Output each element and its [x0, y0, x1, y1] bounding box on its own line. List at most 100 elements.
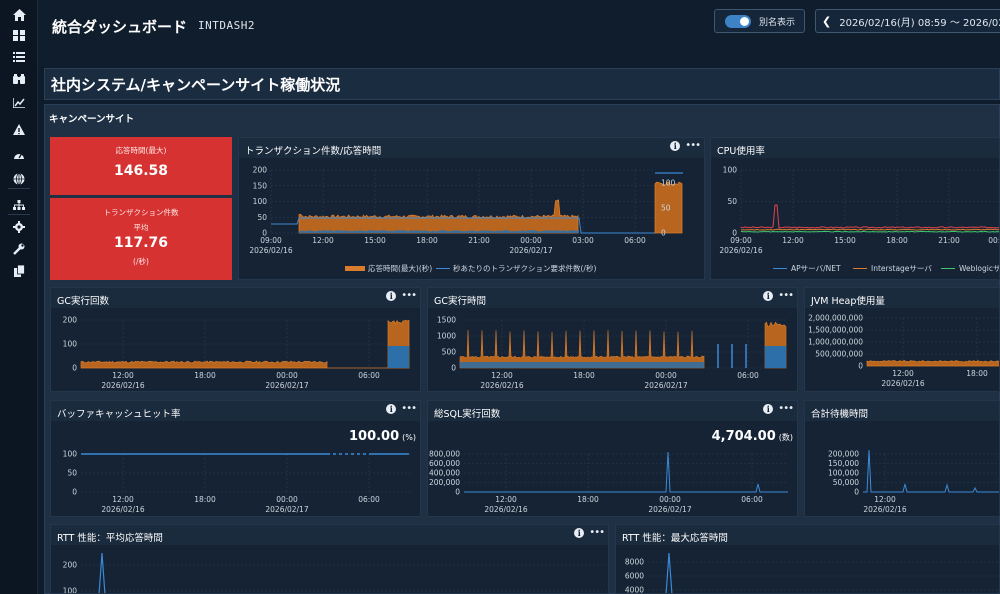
more-icon[interactable]: •••	[401, 291, 417, 301]
y-tick-label: 600,000	[429, 459, 460, 468]
kpi-transaction-avg[interactable]: トランザクション件数 平均 117.76 (/秒)	[50, 198, 232, 280]
series-area-response-time	[298, 199, 579, 234]
chart-gc-time: 1500 1000 500 0 12:002026/02/16 18:00 00:00202…	[437, 316, 788, 390]
dashboard-icon[interactable]	[0, 24, 38, 46]
y-tick-label: 200	[63, 316, 78, 325]
panel-gc-count: GC実行回数 i ••• 200 100 0 12:00 2026/02/16 18:00 0…	[50, 287, 421, 392]
gauge-icon[interactable]	[0, 144, 38, 166]
info-icon[interactable]: i	[386, 404, 397, 414]
more-icon[interactable]: •••	[778, 404, 794, 414]
y2-tick-label: 100	[661, 179, 676, 188]
info-icon[interactable]: i	[386, 291, 397, 301]
page-title: 社内システム/キャンペーンサイト稼働状況	[51, 76, 341, 94]
x-tick-label: 12:00	[495, 495, 517, 504]
info-icon[interactable]: i	[574, 528, 585, 538]
series-area-gc-tail-blue	[388, 346, 409, 368]
legend-item: APサーバ/NET	[791, 264, 841, 273]
gear-icon[interactable]	[0, 216, 38, 238]
app-subtitle: INTDASH2	[198, 19, 255, 32]
x-tick-label: 2026/02/16	[480, 381, 523, 390]
x-tick-label: 2026/02/17	[265, 381, 308, 390]
y-tick-label: 500	[442, 348, 457, 357]
series-line-rtt-avg	[98, 552, 106, 593]
alias-toggle-button[interactable]: 別名表示	[714, 9, 805, 33]
binoculars-icon[interactable]	[0, 68, 38, 90]
metric-number: 100.00	[348, 429, 400, 444]
y-tick-label: 200	[63, 561, 78, 570]
more-icon[interactable]: •••	[589, 528, 605, 538]
x-tick-label: 18:00	[194, 495, 216, 504]
line-chart-icon[interactable]	[0, 92, 38, 114]
y-tick-label: 200,000	[429, 478, 460, 487]
panel-gc-time: GC実行時間 i ••• 1500 1000 500 0 12:00 2026/02/16 1…	[427, 287, 798, 392]
info-icon[interactable]: i	[763, 291, 774, 301]
chevron-left-icon[interactable]: ❮	[822, 15, 831, 28]
panel-rtt-avg: RTT 性能：平均応答時間 i ••• 200 100	[50, 524, 609, 594]
y-tick-label: 100	[723, 166, 738, 175]
x-tick-label: 18:00	[194, 371, 216, 380]
y-tick-label: 100	[63, 450, 78, 459]
x-tick-label: 15:00	[834, 236, 856, 245]
y-tick-label: 4000	[625, 586, 644, 594]
page-title-bar: 社内システム/キャンペーンサイト稼働状況	[44, 68, 1000, 100]
panel-title: CPU使用率	[717, 146, 765, 157]
panel-jvm-heap: JVM Heap使用量 2,000,000,000 1,500,000,000 1,…	[804, 287, 1000, 392]
x-tick-label: 2026/02/16	[881, 379, 924, 388]
panel-title: GC実行回数	[57, 296, 109, 307]
panel-title: RTT 性能：最大応答時間	[622, 533, 728, 544]
series-line-sql	[464, 451, 788, 493]
legend-item: 応答時間(最大)(秒)	[368, 264, 433, 273]
y-tick-label: 800,000	[429, 450, 460, 459]
x-tick-label: 2026/02/16	[484, 505, 527, 514]
y-tick-label: 100	[63, 587, 78, 594]
chart-cpu: 10050009:002026/02/1612:00 15:00 18:00 21:0…	[719, 166, 999, 255]
header-bar: 統合ダッシュボード INTDASH2 別名表示 ❮ 2026/02/16(月) …	[38, 0, 1000, 66]
y-tick-label: 1000	[437, 332, 456, 341]
x-tick-label: 15:00	[364, 236, 386, 245]
more-icon[interactable]: •••	[685, 141, 701, 151]
more-icon[interactable]: •••	[401, 404, 417, 414]
sitemap-icon[interactable]	[0, 194, 38, 216]
x-tick-label: 09:00	[730, 236, 752, 245]
series-area-gctime-tail-blue	[765, 346, 786, 368]
x-tick-label: 09:00	[260, 236, 282, 245]
home-icon[interactable]	[0, 4, 38, 26]
panel-cpu: CPU使用率 100 50 0 09:00 2026/02/16 12:00 15:00 18…	[710, 137, 1000, 280]
y-tick-label: 0	[72, 364, 77, 373]
y-tick-label: 0	[72, 488, 77, 497]
y2-tick-label: 50	[661, 204, 671, 213]
kpi-response-time-max[interactable]: 応答時間(最大) 146.58	[50, 137, 232, 195]
x-tick-label: 18:00	[416, 236, 438, 245]
y-tick-label: 50	[257, 213, 267, 222]
date-range-picker[interactable]: ❮ 2026/02/16(月) 08:59 〜 2026/02/17(火)	[815, 9, 1000, 33]
globe-icon[interactable]	[0, 168, 38, 190]
info-icon[interactable]: i	[670, 141, 681, 151]
metric-value: 4,704.00 (数)	[712, 429, 793, 444]
series-line-interstage	[741, 228, 999, 231]
kpi-label: トランザクション件数	[103, 208, 179, 217]
copy-icon[interactable]	[0, 260, 38, 282]
chart-rtt-max: 8000 6000 4000	[625, 552, 999, 594]
warning-icon[interactable]	[0, 118, 38, 140]
y-tick-label: 150	[253, 181, 268, 190]
x-tick-label: 06:00	[358, 371, 380, 380]
toggle-switch-icon[interactable]	[725, 14, 751, 28]
metric-unit: (数)	[778, 433, 793, 442]
y-tick-label: 0	[455, 488, 460, 497]
more-icon[interactable]: •••	[778, 291, 794, 301]
x-tick-label: 2026/02/17	[509, 246, 552, 255]
x-tick-label: 00:00	[655, 371, 677, 380]
info-icon[interactable]: i	[763, 404, 774, 414]
kpi-sublabel: 平均	[133, 223, 149, 232]
x-tick-label: 2026/02/16	[719, 246, 762, 255]
kpi-unit: (/秒)	[133, 257, 149, 266]
metric-number: 4,704.00	[711, 429, 776, 444]
date-range-text: 2026/02/16(月) 08:59 〜 2026/02/17(火)	[839, 17, 1000, 29]
panel-title: GC実行時間	[434, 296, 486, 307]
chart-transactions: 20015010050010050009:002026/02/1612:00 15…	[249, 166, 683, 255]
legend-item: Weblogicサ	[959, 264, 1000, 273]
y-tick-label: 100,000	[828, 469, 859, 478]
y-tick-label: 1500	[437, 316, 456, 325]
list-icon[interactable]	[0, 46, 38, 68]
wrench-icon[interactable]	[0, 238, 38, 260]
